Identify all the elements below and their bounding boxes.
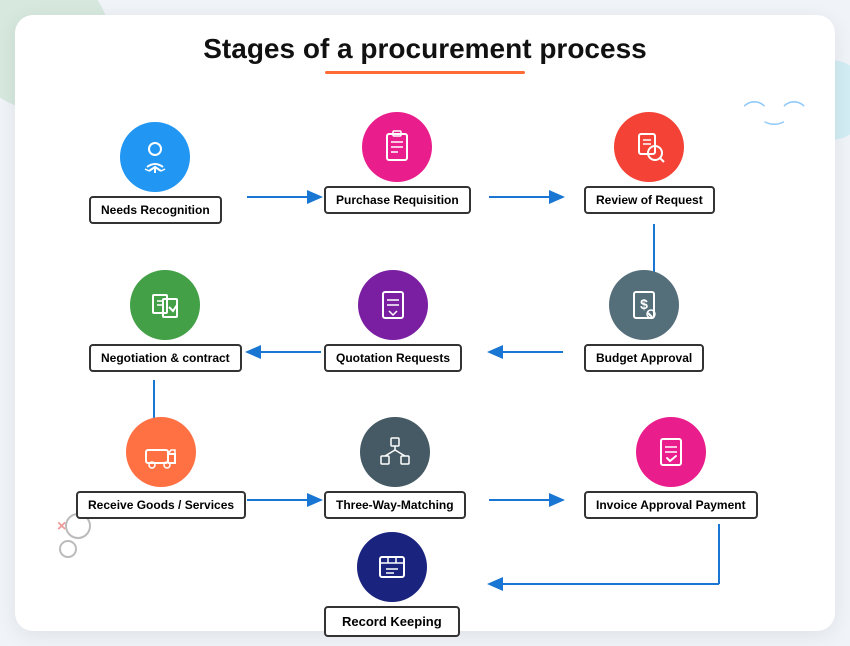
invoice-icon [636, 417, 706, 487]
node-invoice-approval: Invoice Approval Payment [584, 417, 758, 519]
review-of-request-icon [614, 112, 684, 182]
review-of-request-label: Review of Request [584, 186, 715, 214]
quotation-icon [358, 270, 428, 340]
svg-text:$: $ [640, 296, 648, 312]
budget-icon: $ [609, 270, 679, 340]
quotation-requests-label: Quotation Requests [324, 344, 462, 372]
negotiation-icon [130, 270, 200, 340]
record-keeping-icon [357, 532, 427, 602]
node-review-of-request: Review of Request [584, 112, 715, 214]
needs-recognition-icon [120, 122, 190, 192]
title-underline [325, 71, 525, 74]
budget-approval-label: Budget Approval [584, 344, 704, 372]
record-keeping-label: Record Keeping [324, 606, 460, 637]
receive-goods-label: Receive Goods / Services [76, 491, 246, 519]
invoice-approval-label: Invoice Approval Payment [584, 491, 758, 519]
main-card: Stages of a procurement process ⌒‿⌒ × 〜〜 [15, 15, 835, 631]
needs-recognition-label: Needs Recognition [89, 196, 222, 224]
node-record-keeping: Record Keeping [324, 532, 460, 637]
node-receive-goods: Receive Goods / Services [76, 417, 246, 519]
three-way-matching-label: Three-Way-Matching [324, 491, 466, 519]
receive-goods-icon [126, 417, 196, 487]
node-negotiation-contract: Negotiation & contract [89, 270, 242, 372]
purchase-requisition-label: Purchase Requisition [324, 186, 471, 214]
purchase-requisition-icon [362, 112, 432, 182]
flow-diagram: Needs Recognition Purchase Requisition [39, 92, 811, 612]
node-budget-approval: $ Budget Approval [584, 270, 704, 372]
node-needs-recognition: Needs Recognition [89, 122, 222, 224]
three-way-icon [360, 417, 430, 487]
node-three-way-matching: Three-Way-Matching [324, 417, 466, 519]
negotiation-contract-label: Negotiation & contract [89, 344, 242, 372]
node-quotation-requests: Quotation Requests [324, 270, 462, 372]
page-title: Stages of a procurement process [39, 33, 811, 65]
node-purchase-requisition: Purchase Requisition [324, 112, 471, 214]
